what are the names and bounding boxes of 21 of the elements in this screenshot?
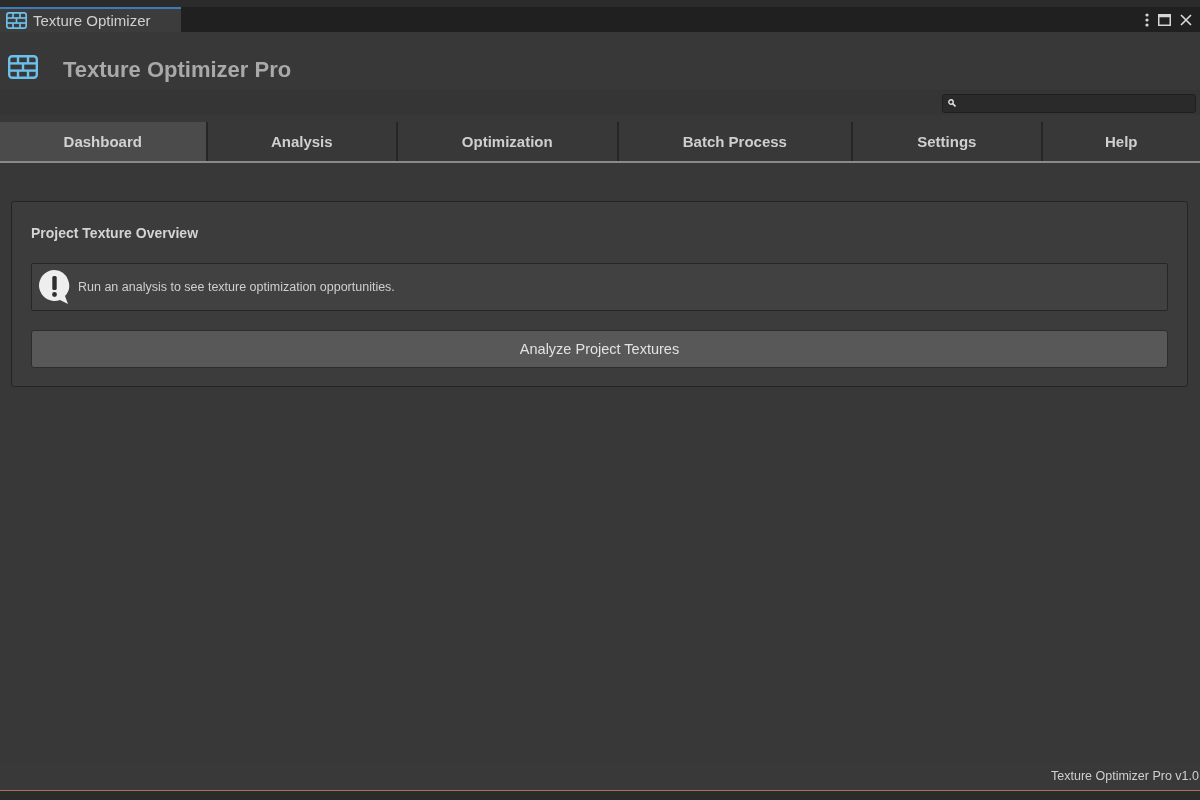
version-label: Texture Optimizer Pro v1.0 [1051,769,1199,783]
info-message: Run an analysis to see texture optimization opportunities. [78,280,395,294]
window-title: Texture Optimizer [33,12,151,29]
maximize-icon[interactable] [1158,13,1171,26]
warning-bubble-icon [38,269,71,305]
nav-tab[interactable]: Batch Process [618,122,852,161]
close-icon[interactable] [1180,13,1192,26]
nav-tab[interactable]: Optimization [398,122,617,161]
nav-tab[interactable]: Dashboard [0,122,206,161]
brick-grid-icon [8,55,38,79]
search-icon [948,99,956,107]
nav-tab[interactable]: Analysis [207,122,396,161]
window-tab[interactable]: Texture Optimizer [0,7,181,32]
app-title: Texture Optimizer Pro [63,57,292,83]
nav-tab[interactable]: Settings [853,122,1041,161]
analyze-button[interactable]: Analyze Project Textures [31,330,1168,368]
nav-tab[interactable]: Help [1042,122,1200,161]
search-field[interactable] [942,93,1196,113]
brick-grid-icon [6,12,27,29]
more-options-icon[interactable] [1145,12,1149,27]
panel-title: Project Texture Overview [31,224,200,243]
